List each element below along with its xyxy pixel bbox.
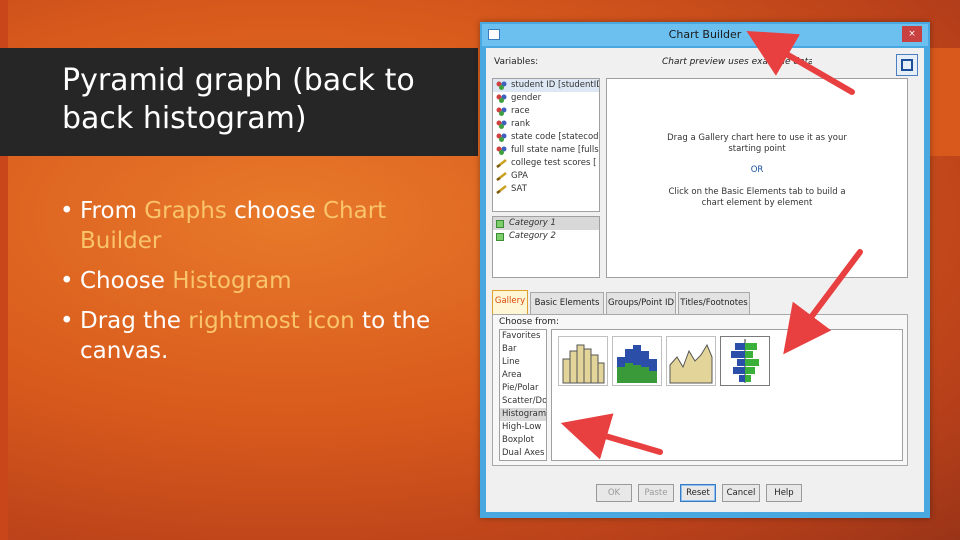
variable-label: student ID [studentID] — [511, 80, 600, 90]
bullet-list: • From Graphs choose Chart Builder • Choose… — [60, 196, 460, 376]
bullet-text: Drag the — [80, 308, 189, 334]
chart-type-item[interactable]: Area — [500, 369, 546, 382]
highlighted-text: rightmost icon — [188, 308, 355, 334]
variable-item[interactable]: state code [statecode] — [493, 131, 599, 144]
variable-label: state code [statecode] — [511, 132, 600, 142]
nominal-icon — [496, 146, 507, 155]
category-icon — [496, 220, 504, 228]
chart-type-item[interactable]: High-Low — [500, 421, 546, 434]
scale-icon — [496, 172, 507, 181]
simple-histogram-icon[interactable] — [558, 336, 608, 386]
frequency-polygon-icon[interactable] — [666, 336, 716, 386]
chart-type-item[interactable]: Pie/Polar — [500, 382, 546, 395]
category-item[interactable]: Category 1 — [493, 217, 599, 230]
nominal-icon — [496, 120, 507, 129]
chart-type-item[interactable]: Bar — [500, 343, 546, 356]
window-titlebar[interactable]: Chart Builder × — [482, 24, 928, 46]
category-label: Category 2 — [509, 231, 556, 241]
scale-icon — [496, 159, 507, 168]
variable-item[interactable]: college test scores [ — [493, 157, 599, 170]
variable-label: SAT — [511, 184, 527, 194]
variable-item[interactable]: SAT — [493, 183, 599, 196]
chart-type-item[interactable]: Line — [500, 356, 546, 369]
variable-label: gender — [511, 93, 542, 103]
bullet-text: From — [80, 198, 145, 224]
highlighted-text: Graphs — [144, 198, 227, 224]
variable-item[interactable]: student ID [studentID] — [493, 79, 599, 92]
variable-item[interactable]: full state name [fullst... — [493, 144, 599, 157]
variable-label: full state name [fullst... — [511, 145, 599, 155]
gallery-panel: Choose from: Favorites Bar Line Area Pie/Pol… — [492, 314, 908, 466]
nominal-icon — [496, 107, 507, 116]
tab-titles-footnotes[interactable]: Titles/Footnotes — [678, 292, 750, 314]
variable-item[interactable]: gender — [493, 92, 599, 105]
chart-type-item[interactable]: Favorites — [500, 330, 546, 343]
variable-item[interactable]: rank — [493, 118, 599, 131]
category-icon — [496, 233, 504, 241]
population-pyramid-icon[interactable] — [720, 336, 770, 386]
bullet-text: choose — [226, 198, 323, 224]
nominal-icon — [496, 94, 507, 103]
chart-type-list[interactable]: Favorites Bar Line Area Pie/Polar Scatter/Dot… — [499, 329, 547, 461]
chart-type-item[interactable]: Scatter/Dot — [500, 395, 546, 408]
preview-note: Chart preview uses example data — [662, 57, 812, 67]
tab-basic-elements[interactable]: Basic Elements — [530, 292, 604, 314]
tab-gallery[interactable]: Gallery — [492, 290, 528, 314]
dialog-buttons: OK Paste Reset Cancel Help — [486, 484, 924, 504]
bullet-dot: • — [60, 308, 74, 334]
chart-type-item[interactable]: Dual Axes — [500, 447, 546, 460]
chart-builder-window: Chart Builder × Variables: Chart preview… — [480, 22, 930, 518]
variable-label: race — [511, 106, 530, 116]
gallery-thumbnails — [551, 329, 903, 461]
highlighted-text: Histogram — [172, 268, 292, 294]
scale-icon — [496, 185, 507, 194]
element-properties-button[interactable] — [896, 54, 918, 76]
nominal-icon — [496, 133, 507, 142]
chart-canvas[interactable]: Drag a Gallery chart here to use it as y… — [606, 78, 908, 278]
categories-list[interactable]: Category 1 Category 2 — [492, 216, 600, 278]
bullet-text: Choose — [80, 268, 173, 294]
variable-item[interactable]: race — [493, 105, 599, 118]
variable-label: rank — [511, 119, 531, 129]
bullet-dot: • — [60, 268, 74, 294]
variable-item[interactable]: GPA — [493, 170, 599, 183]
bullet-item: • Choose Histogram — [60, 266, 460, 296]
canvas-instruction-2: starting point — [728, 144, 786, 154]
window-title: Chart Builder — [668, 28, 742, 41]
paste-button[interactable]: Paste — [638, 484, 674, 502]
variable-label: college test scores [ — [511, 158, 597, 168]
chart-type-item[interactable]: Boxplot — [500, 434, 546, 447]
category-item[interactable]: Category 2 — [493, 230, 599, 243]
chart-type-item[interactable]: Histogram — [500, 408, 546, 421]
category-label: Category 1 — [509, 218, 556, 228]
close-button[interactable]: × — [902, 26, 922, 42]
stacked-histogram-icon[interactable] — [612, 336, 662, 386]
expand-icon — [901, 59, 913, 71]
tab-groups-point-id[interactable]: Groups/Point ID — [606, 292, 676, 314]
variables-label: Variables: — [494, 57, 539, 67]
canvas-instruction-1: Drag a Gallery chart here to use it as y… — [667, 133, 847, 143]
reset-button[interactable]: Reset — [680, 484, 716, 502]
canvas-or: OR — [750, 165, 764, 175]
dialog-client-area: Variables: Chart preview uses example da… — [486, 48, 924, 512]
bullet-dot: • — [60, 198, 74, 224]
bullet-item: • From Graphs choose Chart Builder — [60, 196, 460, 256]
canvas-instruction-4: chart element by element — [701, 198, 813, 208]
variables-list[interactable]: student ID [studentID] gender race rank stat… — [492, 78, 600, 212]
slide-right-accent — [930, 48, 960, 156]
canvas-instruction-3: Click on the Basic Elements tab to build… — [668, 187, 846, 197]
bullet-item: • Drag the rightmost icon to the canvas. — [60, 306, 460, 366]
slide-title: Pyramid graph (back to back histogram) — [62, 63, 415, 136]
title-band: Pyramid graph (back to back histogram) — [0, 48, 478, 156]
variable-label: GPA — [511, 171, 528, 181]
cancel-button[interactable]: Cancel — [722, 484, 760, 502]
choose-from-label: Choose from: — [499, 317, 560, 327]
nominal-icon — [496, 81, 507, 90]
ok-button[interactable]: OK — [596, 484, 632, 502]
help-button[interactable]: Help — [766, 484, 802, 502]
